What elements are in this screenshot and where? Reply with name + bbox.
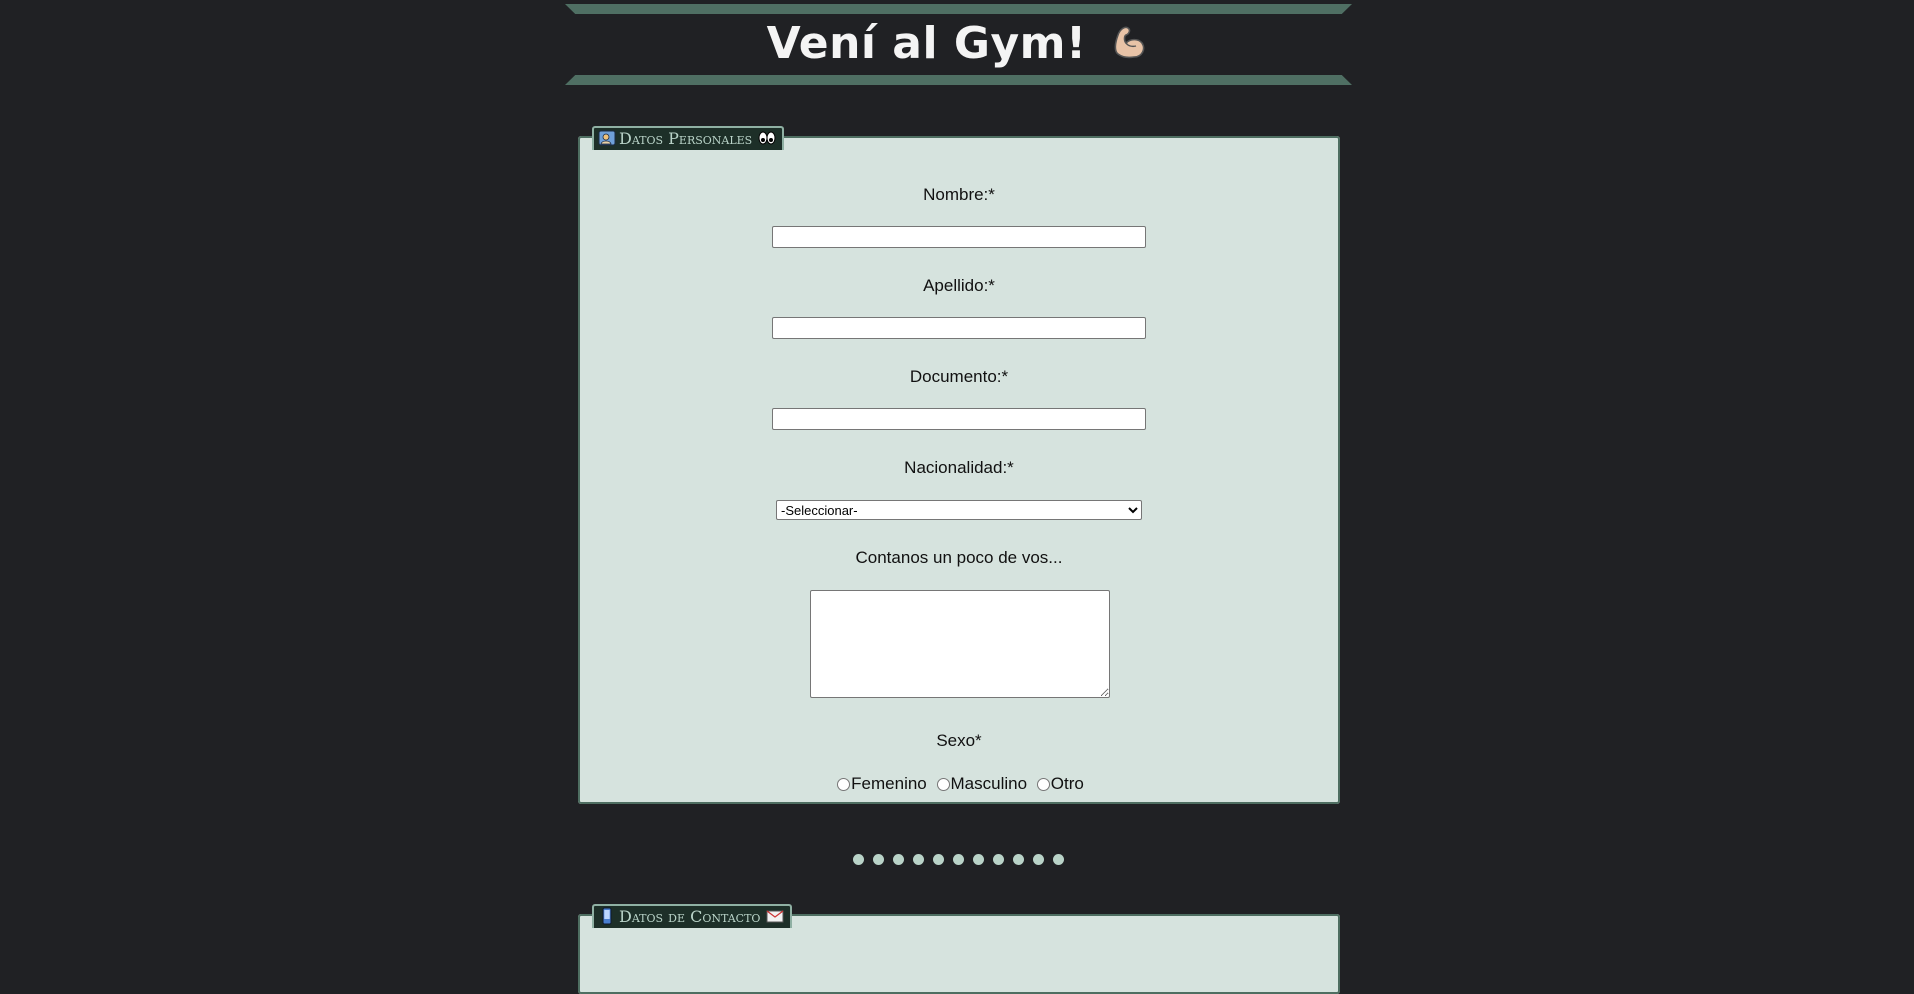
radio-femenino-label: Femenino <box>851 774 927 793</box>
radio-otro[interactable] <box>1036 777 1050 791</box>
header-bottom-bar <box>565 75 1352 85</box>
progress-dot[interactable] <box>912 854 924 865</box>
radio-masculino-label: Masculino <box>950 774 1028 793</box>
progress-dot[interactable] <box>1012 854 1024 865</box>
progress-dot[interactable] <box>852 854 864 865</box>
radio-femenino[interactable] <box>837 777 851 791</box>
contact-data-legend: Datos de Contacto <box>592 904 793 928</box>
radio-masculino[interactable] <box>936 777 950 791</box>
apellido-label: Apellido:* <box>923 276 995 295</box>
flexed-biceps-icon <box>1114 26 1145 59</box>
radio-otro-option[interactable]: Otro <box>1034 774 1084 794</box>
sexo-label: Sexo* <box>936 731 982 750</box>
sexo-radio-group: Femenino Masculino Otro <box>580 774 1338 796</box>
radio-otro-label: Otro <box>1050 774 1084 793</box>
progress-dot[interactable] <box>952 854 964 865</box>
progress-dots <box>0 854 1914 866</box>
progress-dot[interactable] <box>932 854 944 865</box>
phone-icon <box>602 907 612 925</box>
progress-dot[interactable] <box>992 854 1004 865</box>
progress-dot[interactable] <box>892 854 904 865</box>
contact-data-legend-text: Datos de Contacto <box>619 907 761 926</box>
header-top-bar <box>565 4 1352 14</box>
eyes-icon <box>758 131 776 145</box>
page-title: Vení al Gym! <box>565 16 1352 72</box>
progress-dot[interactable] <box>1032 854 1044 865</box>
progress-dot[interactable] <box>872 854 884 865</box>
nombre-input[interactable] <box>772 226 1146 248</box>
page-header: Vení al Gym! <box>565 0 1352 88</box>
personal-data-legend: Datos Personales <box>592 126 785 150</box>
page-title-text: Vení al Gym! <box>766 18 1087 69</box>
progress-dot[interactable] <box>972 854 984 865</box>
nacionalidad-label: Nacionalidad:* <box>904 458 1014 477</box>
progress-dot[interactable] <box>1052 854 1064 865</box>
contact-data-fieldset: Datos de Contacto <box>578 904 1340 994</box>
radio-femenino-option[interactable]: Femenino <box>834 774 927 794</box>
about-textarea[interactable] <box>810 590 1110 698</box>
mail-icon <box>766 910 784 923</box>
about-label: Contanos un poco de vos... <box>855 548 1063 567</box>
documento-label: Documento:* <box>909 367 1009 386</box>
nacionalidad-select[interactable]: -Seleccionar- <box>776 500 1142 520</box>
personal-data-legend-text: Datos Personales <box>619 129 753 148</box>
radio-masculino-option[interactable]: Masculino <box>934 774 1028 794</box>
documento-input[interactable] <box>772 408 1146 430</box>
nombre-label: Nombre:* <box>923 185 995 204</box>
apellido-input[interactable] <box>772 317 1146 339</box>
person-id-icon <box>598 130 616 146</box>
personal-data-fieldset: Datos Personales Nombre:* Apellido:* Doc… <box>578 126 1340 804</box>
